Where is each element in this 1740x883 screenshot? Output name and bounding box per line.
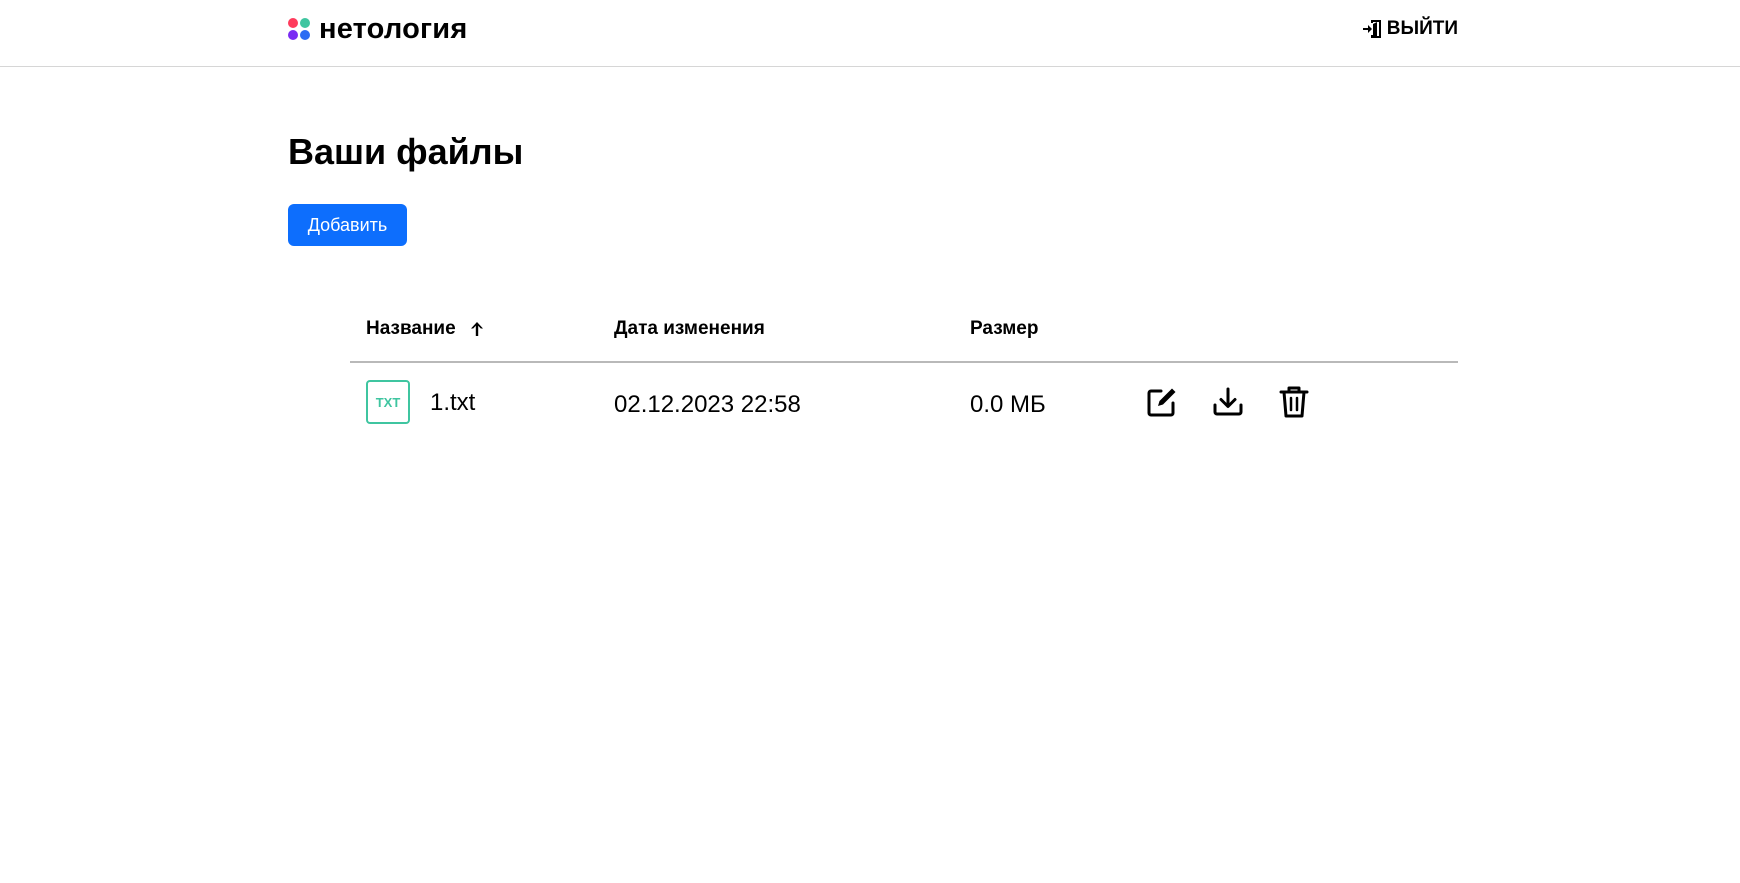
column-header-size[interactable]: Размер [970,318,1038,340]
download-icon[interactable] [1210,384,1246,420]
arrow-up-icon[interactable] [470,321,484,337]
files-table: Название Дата изменения Размер TXT 1.txt… [350,312,1458,443]
file-name[interactable]: 1.txt [430,389,475,417]
logo-mark-icon [288,18,310,40]
column-size-label: Размер [970,318,1039,339]
logout-icon [1362,20,1381,38]
column-header-date[interactable]: Дата изменения [614,318,765,340]
txt-file-icon: TXT [366,380,410,424]
table-row[interactable]: TXT 1.txt 02.12.2023 22:58 0.0 МБ [350,363,1458,443]
edit-icon[interactable] [1144,384,1180,420]
page-title: Ваши файлы [288,131,524,172]
add-file-button[interactable]: Добавить [288,204,407,246]
trash-icon[interactable] [1276,384,1312,420]
column-header-name[interactable]: Название [366,318,484,340]
column-name-label: Название [366,318,456,339]
logout-button[interactable]: ВЫЙТИ [1362,18,1458,40]
file-size: 0.0 МБ [970,391,1046,418]
row-actions [1144,384,1342,420]
logout-label: ВЫЙТИ [1386,18,1458,39]
file-modified-date: 02.12.2023 22:58 [614,391,801,418]
logo-text: нетология [319,13,468,45]
table-header: Название Дата изменения Размер [350,312,1458,363]
top-bar: нетология ВЫЙТИ [0,0,1740,67]
logo[interactable]: нетология [288,14,467,44]
column-date-label: Дата изменения [614,318,765,339]
